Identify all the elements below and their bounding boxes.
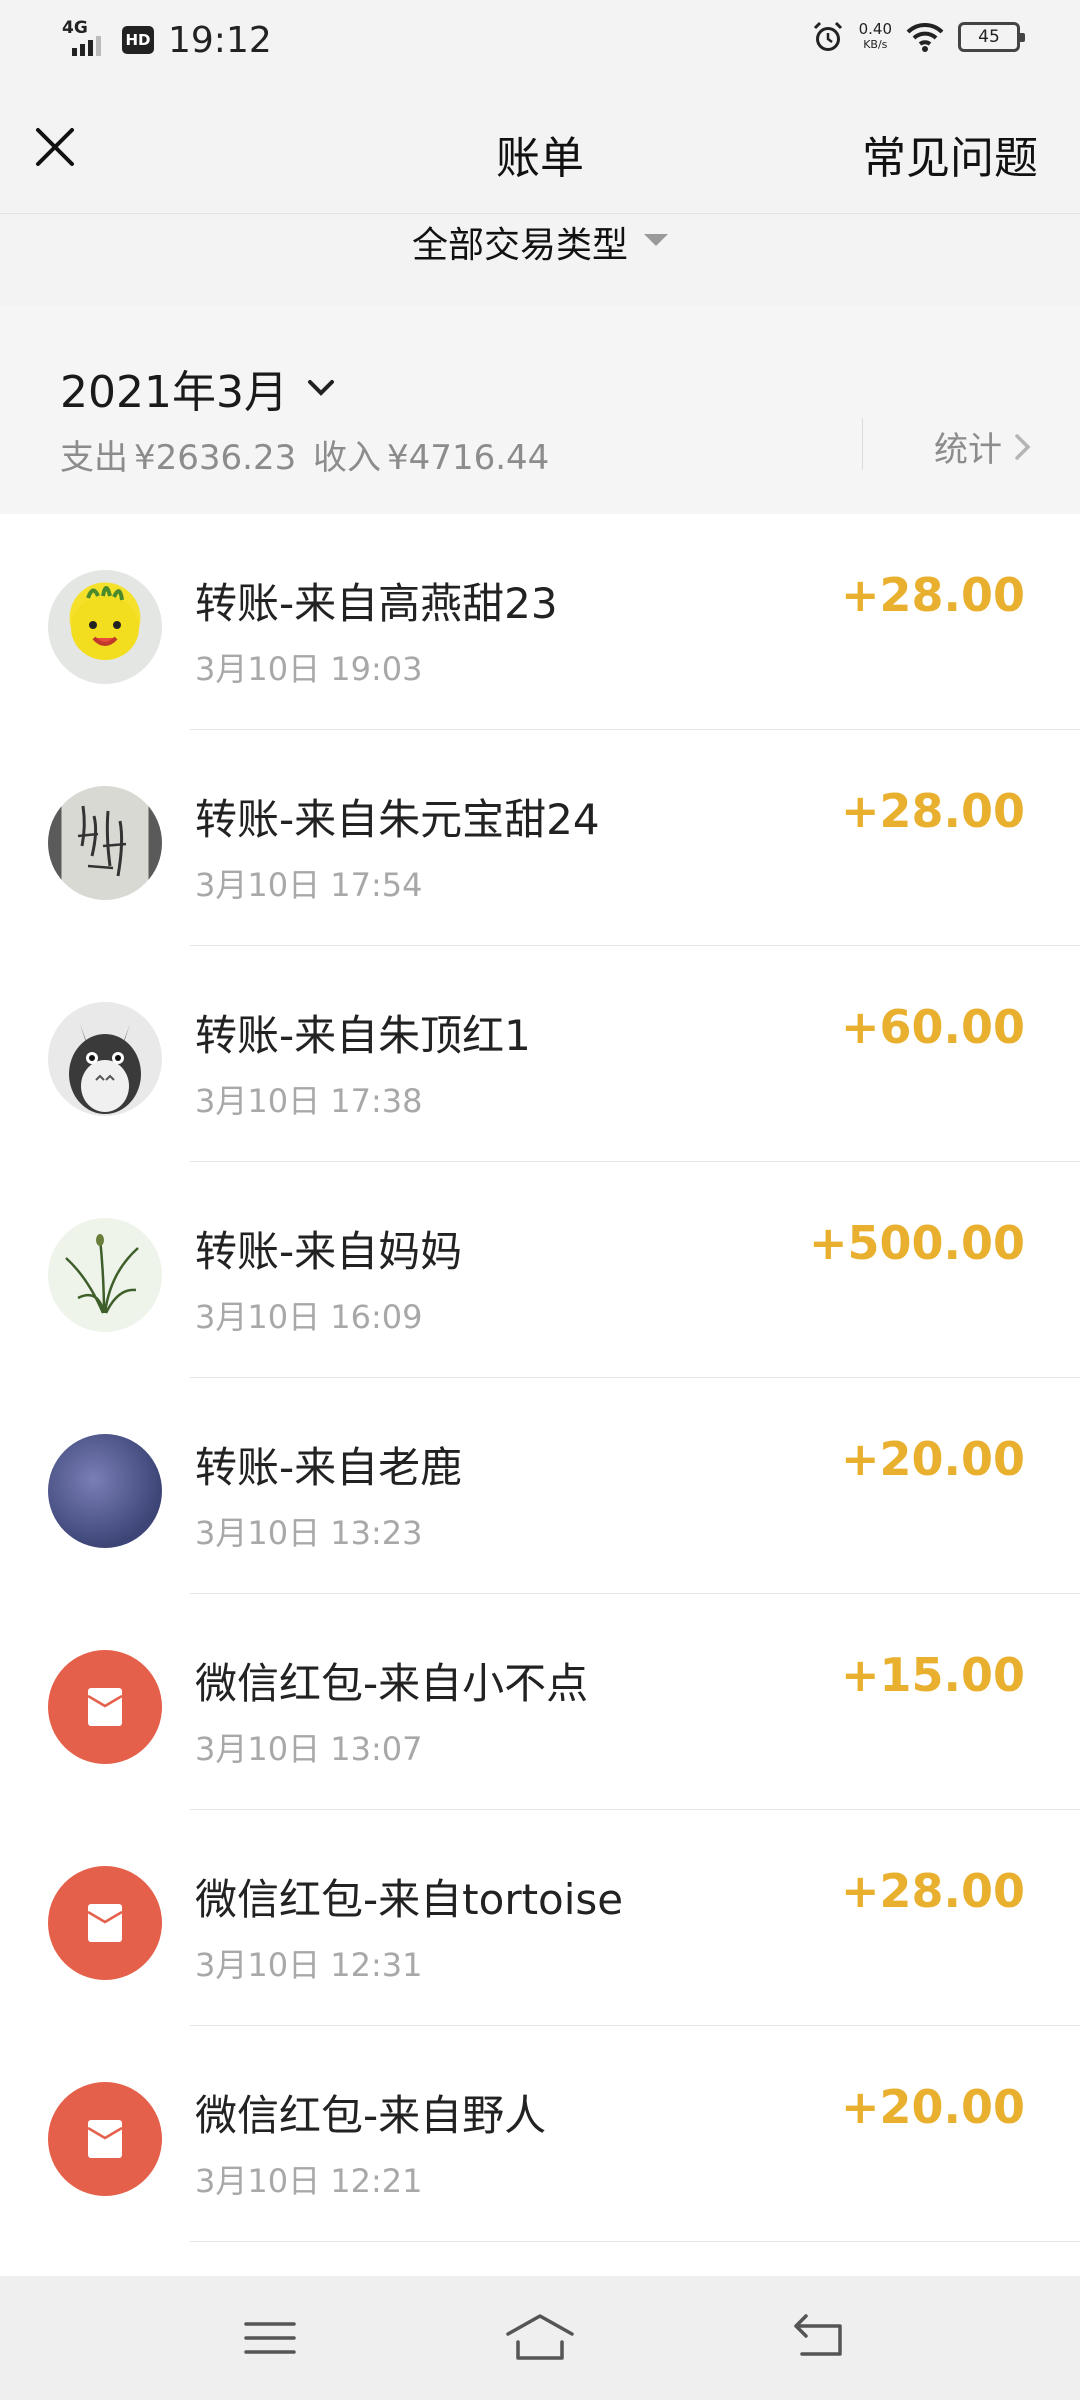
transaction-amount: +20.00 <box>840 1432 1025 1486</box>
hd-icon: HD <box>122 26 154 54</box>
transaction-time: 3月10日 17:38 <box>195 1082 423 1120</box>
divider <box>862 418 863 470</box>
row-divider <box>190 2241 1080 2242</box>
transaction-row[interactable]: 微信红包-来自野人 3月10日 12:21 +20.00 <box>0 2026 1080 2242</box>
transaction-row[interactable]: 转账-来自妈妈 3月10日 16:09 +500.00 <box>0 1162 1080 1378</box>
status-bar-left: 4G HD 19:12 <box>62 18 272 62</box>
red-packet-icon <box>48 1650 162 1764</box>
transaction-row[interactable]: 转账-来自朱元宝甜24 3月10日 17:54 +28.00 <box>0 730 1080 946</box>
avatar <box>48 1218 162 1332</box>
transaction-title: 微信红包-来自野人 <box>195 2091 547 2140</box>
transaction-row[interactable]: 微信红包-来自小不点 3月10日 13:07 +15.00 <box>0 1594 1080 1810</box>
transaction-time: 3月10日 12:21 <box>195 2162 423 2200</box>
transaction-title: 微信红包-来自小不点 <box>195 1659 589 1708</box>
month-summary: 2021年3月 支出 ¥2636.23 收入 ¥4716.44 统计 <box>0 306 1080 514</box>
avatar <box>48 570 162 684</box>
month-label: 2021年3月 <box>60 367 288 418</box>
transaction-title: 转账-来自朱顶红1 <box>195 1011 531 1060</box>
transaction-time: 3月10日 17:54 <box>195 866 423 904</box>
network-speed: 0.40 KB/s <box>858 20 892 52</box>
transaction-list: 转账-来自高燕甜23 3月10日 19:03 +28.00 转账-来自朱元宝甜2… <box>0 514 1080 2242</box>
caret-down-icon <box>644 234 668 246</box>
transaction-type-dropdown[interactable]: 全部交易类型 <box>412 214 668 306</box>
transaction-amount: +15.00 <box>840 1648 1025 1702</box>
transaction-title: 微信红包-来自tortoise <box>195 1875 624 1924</box>
app-header: 账单 常见问题 <box>0 82 1080 214</box>
transaction-type-filter: 全部交易类型 <box>0 214 1080 306</box>
income-value: ¥4716.44 <box>387 438 550 478</box>
network-type: 4G <box>62 18 88 38</box>
transaction-title: 转账-来自老鹿 <box>195 1443 463 1492</box>
chevron-right-icon <box>1015 433 1031 460</box>
transaction-row[interactable]: 转账-来自高燕甜23 3月10日 19:03 +28.00 <box>0 514 1080 730</box>
month-totals: 支出 ¥2636.23 收入 ¥4716.44 <box>60 430 555 479</box>
transaction-amount: +500.00 <box>808 1216 1025 1270</box>
transaction-amount: +60.00 <box>840 1000 1025 1054</box>
transaction-title: 转账-来自妈妈 <box>195 1227 463 1276</box>
system-nav-bar <box>0 2276 1080 2400</box>
stats-label: 统计 <box>934 430 1002 470</box>
red-packet-icon <box>48 2082 162 2196</box>
faq-button[interactable]: 常见问题 <box>862 122 1038 186</box>
home-icon[interactable] <box>504 2308 576 2368</box>
back-icon[interactable] <box>790 2308 850 2368</box>
clock: 19:12 <box>168 19 272 61</box>
transaction-amount: +20.00 <box>840 2080 1025 2134</box>
transaction-title: 转账-来自高燕甜23 <box>195 579 558 628</box>
income-label: 收入 <box>313 438 382 478</box>
stats-button[interactable]: 统计 <box>934 422 1032 471</box>
transaction-time: 3月10日 12:31 <box>195 1946 423 1984</box>
transaction-amount: +28.00 <box>840 1864 1025 1918</box>
transaction-row[interactable]: 转账-来自朱顶红1 3月10日 17:38 +60.00 <box>0 946 1080 1162</box>
wifi-icon <box>906 22 944 52</box>
transaction-amount: +28.00 <box>840 568 1025 622</box>
expense-label: 支出 <box>60 438 128 478</box>
status-bar: 4G HD 19:12 0.40 KB/s 45 <box>0 0 1080 82</box>
avatar <box>48 786 162 900</box>
transaction-row[interactable]: 微信红包-来自tortoise 3月10日 12:31 +28.00 <box>0 1810 1080 2026</box>
filter-label: 全部交易类型 <box>411 225 628 266</box>
status-bar-right: 0.40 KB/s 45 <box>811 20 1025 54</box>
transaction-time: 3月10日 19:03 <box>195 650 423 688</box>
transaction-time: 3月10日 16:09 <box>195 1298 423 1336</box>
avatar <box>48 1434 162 1548</box>
month-selector[interactable]: 2021年3月 <box>60 356 336 420</box>
signal-icon: 4G <box>62 18 108 62</box>
transaction-amount: +28.00 <box>840 784 1025 838</box>
red-packet-icon <box>48 1866 162 1980</box>
menu-icon[interactable] <box>240 2308 300 2368</box>
chevron-down-icon <box>307 380 334 396</box>
battery-icon: 45 <box>958 22 1025 52</box>
expense-value: ¥2636.23 <box>134 438 297 478</box>
transaction-row[interactable]: 转账-来自老鹿 3月10日 13:23 +20.00 <box>0 1378 1080 1594</box>
transaction-title: 转账-来自朱元宝甜24 <box>195 795 600 844</box>
alarm-icon <box>813 21 842 51</box>
avatar <box>48 1002 162 1116</box>
transaction-time: 3月10日 13:23 <box>195 1514 423 1552</box>
transaction-time: 3月10日 13:07 <box>195 1730 423 1768</box>
